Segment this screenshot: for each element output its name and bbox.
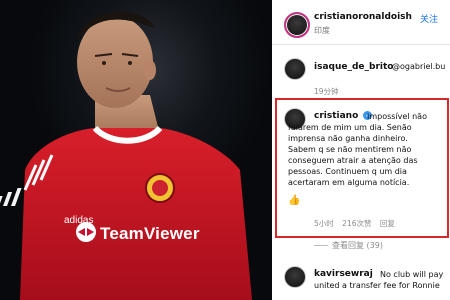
sponsor-text: TeamViewer — [100, 224, 200, 243]
highlighted-comment-text: Impossível não — [367, 111, 447, 122]
highlighted-line-0: Impossível não — [367, 112, 427, 121]
bottom-comment-line-1: united a transfer fee for Ronnie — [314, 281, 440, 290]
header-divider — [272, 44, 450, 45]
highlighted-line-4: conseguem atrair a atenção das — [288, 156, 418, 165]
highlighted-line-3: Sabem q se não mentirem não — [288, 145, 412, 154]
highlighted-line-1: falarem de mim um dia. Senão — [288, 123, 412, 132]
bottom-comment-text-continued: united a transfer fee for Ronnie — [314, 280, 450, 291]
highlighted-username[interactable]: cristiano ✓ — [314, 111, 373, 121]
view-replies-line — [314, 245, 328, 246]
highlighted-line-5: pessoas. Continuem q um dia — [288, 167, 407, 176]
highlighted-likes[interactable]: 216次赞 — [342, 219, 371, 228]
highlighted-comment-meta: 5小时 216次赞 回复 — [314, 218, 401, 229]
commenter-text-preview: @ogabriel.bu — [392, 62, 446, 71]
bottom-comment-line-0: No club will pay — [380, 270, 444, 279]
highlighted-time-ago: 5小时 — [314, 219, 334, 228]
view-replies[interactable]: 查看回复 (39) — [314, 240, 383, 251]
view-replies-label[interactable]: 查看回复 (39) — [332, 240, 383, 251]
highlighted-line-6: acertaram em alguma notícia. — [288, 178, 410, 187]
highlighted-comment-continued: falarem de mim um dia. Senão imprensa nã… — [288, 122, 448, 188]
highlighted-username-text: cristiano — [314, 111, 359, 121]
highlighted-reply-button[interactable]: 回复 — [380, 219, 395, 228]
comments-panel: cristianoronaldoish 关注 印度 isaque_de_brit… — [272, 0, 450, 300]
comment-timestamp: 19分钟 — [314, 87, 339, 96]
author-avatar[interactable] — [284, 12, 310, 38]
follow-button[interactable]: 关注 — [420, 12, 438, 25]
author-username[interactable]: cristianoronaldoish — [314, 12, 412, 22]
bottom-commenter-avatar[interactable] — [284, 266, 306, 288]
thumbs-up-emoji: 👍 — [288, 195, 301, 206]
screenshot-root: adidas TeamViewer cristianoronaldoish 关注… — [0, 0, 450, 300]
commenter-avatar[interactable] — [284, 58, 306, 80]
post-location[interactable]: 印度 — [314, 25, 330, 36]
highlighted-line-2: imprensa não ganha dinheiro. — [288, 134, 408, 143]
commenter-username[interactable]: isaque_de_brito — [314, 62, 393, 72]
bottom-comment-text: No club will pay — [380, 269, 450, 280]
post-photo: adidas TeamViewer — [0, 0, 272, 300]
bottom-commenter-username[interactable]: kavirsewraj — [314, 269, 373, 279]
player-photo-illustration: adidas — [0, 11, 252, 300]
